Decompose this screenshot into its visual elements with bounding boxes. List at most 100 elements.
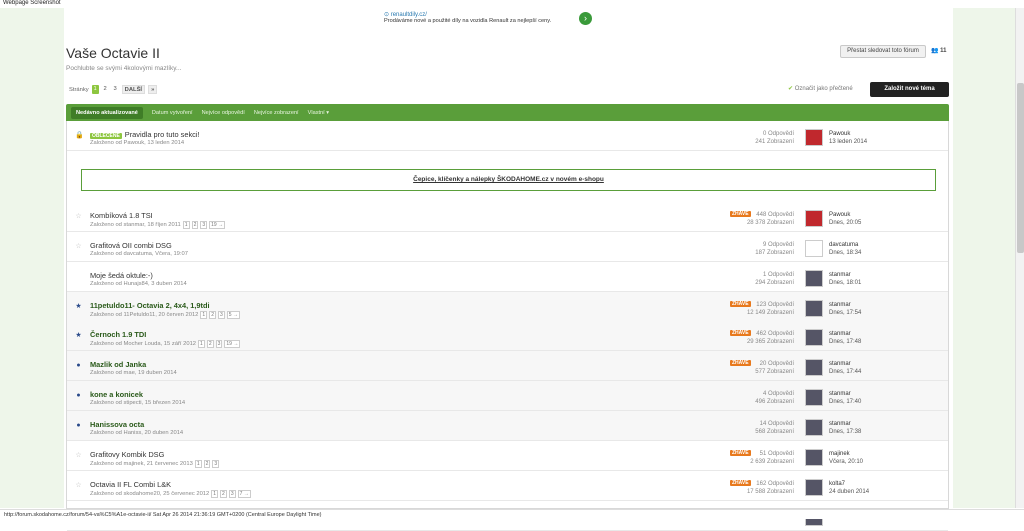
topic-page-link[interactable]: 1 [211,490,219,498]
tab-date-created[interactable]: Datum vytvoření [152,110,193,116]
topic-meta: Založeno od davcatuma, Včera, 19:07 [90,251,188,257]
last-post: stanmar Dnes, 18:01 [829,271,862,286]
last-poster[interactable]: stanmar [829,301,861,309]
ad-go-arrow-icon[interactable]: › [579,12,592,25]
next-page-button[interactable]: DALŠÍ [121,85,146,94]
page-2[interactable]: 2 [102,85,109,94]
tab-recently-updated[interactable]: Nedávno aktualizované [71,106,143,119]
last-post: stanmar Dnes, 17:48 [829,330,862,345]
page-title: Vaše Octavie II [66,45,160,61]
last-poster[interactable]: stanmar [829,330,861,338]
last-poster[interactable]: stanmar [829,271,861,279]
topic-row: Moje šedá oktule:-) Založeno od Hunajs84,… [67,262,948,292]
last-post: Pawouk Dnes, 20:05 [829,211,862,226]
topic-title[interactable]: Moje šedá oktule:-) [90,271,153,280]
unfollow-forum-button[interactable]: Přestat sledovat toto fórum [840,45,926,58]
topic-page-link[interactable]: 3 [215,340,223,348]
status-bar: http://forum.skodahome.cz/forum/54-va%C5… [0,509,1024,519]
new-topic-button[interactable]: Založit nové téma [870,82,949,97]
last-poster[interactable]: stanmar [829,390,861,398]
last-post: kolta7 24 duben 2014 [829,480,870,495]
page-3[interactable]: 3 [112,85,119,94]
star-icon: ☆ [75,482,82,489]
mark-read-link[interactable]: ✔ Označit jako přečtené [788,85,853,92]
ad-url[interactable]: ⊙ renaultdily.cz/ [384,11,594,18]
topic-meta: Založeno od stanmar, 18 říjen 2011 1 2 3 19 … [90,221,226,229]
pagination: Stránky 1 2 3 DALŠÍ » [69,85,158,94]
topic-page-link[interactable]: 3 [212,460,220,468]
star-icon: ★ [75,332,82,339]
avatar[interactable] [805,359,823,376]
topic-row: ☆ Octavia II FL Combi L&K Založeno od skod… [67,471,948,501]
last-poster[interactable]: stanmar [829,420,861,428]
topic-title[interactable]: kone a konicek [90,390,143,399]
avatar[interactable] [805,129,823,146]
last-page-button[interactable]: » [148,85,158,94]
avatar[interactable] [805,389,823,406]
topic-page-link[interactable]: 19 → [224,340,241,348]
topic-page-link[interactable]: 3 [200,221,208,229]
tab-custom[interactable]: Vlastní ▾ [308,110,329,116]
left-gutter [0,8,64,508]
lock-icon: 🔒 [75,132,84,139]
avatar[interactable] [805,210,823,227]
topic-title[interactable]: Černoch 1.9 TDI [90,330,146,339]
topic-title[interactable]: Hanissova octa [90,420,144,429]
topic-page-link[interactable]: 5 → [226,311,240,319]
avatar[interactable] [805,419,823,436]
topic-title[interactable]: Mazlik od Janka [90,360,146,369]
topic-stats: 4 Odpovědí 496 Zobrazení [755,391,794,405]
tab-most-views[interactable]: Nejvíce zobrazení [254,110,299,116]
eshop-banner[interactable]: Čepice, klíčenky a nálepky ŠKODAHOME.cz … [81,169,936,191]
avatar[interactable] [805,449,823,466]
topic-page-link[interactable]: 2 [209,311,216,319]
topic-title[interactable]: Kombíková 1.8 TSI [90,211,153,220]
topic-page-link[interactable]: 19 → [209,221,226,229]
topic-stats: 1 Odpovědí 294 Zobrazení [755,272,794,286]
topic-page-link[interactable]: 3 [217,311,225,319]
scroll-thumb[interactable] [1017,83,1024,253]
ad-block[interactable]: ⊙ renaultdily.cz/ Prodáváme nové a použi… [384,11,594,37]
topic-page-link[interactable]: 2 [220,490,227,498]
topic-meta: Založeno od Hunajs84, 3 duben 2014 [90,281,187,287]
topic-stats: 0 Odpovědí 241 Zobrazení [755,131,794,145]
topic-title[interactable]: 11petuldo11- Octavia 2, 4x4, 1,9tdi [90,301,210,310]
avatar[interactable] [805,240,823,257]
topic-row: ● Hanissova octa Založeno od Haniss, 20 du… [67,411,948,441]
topic-page-link[interactable]: 2 [191,221,199,229]
avatar[interactable] [805,300,823,317]
topic-title[interactable]: OBLEČENÉ Pravidla pro tuto sekci! [90,130,200,139]
last-poster[interactable]: stanmar [829,360,861,368]
follower-count: 👥 11 [931,48,947,54]
avatar[interactable] [805,270,823,287]
topic-meta: Založeno od mae, 19 duben 2014 [90,370,177,376]
topic-title[interactable]: Grafitová OII combi DSG [90,241,172,250]
topic-stats: 162 Odpovědí 17 588 Zobrazení [746,481,794,495]
last-poster[interactable]: majinek [829,450,863,458]
topic-title[interactable]: Octavia II FL Combi L&K [90,480,171,489]
last-poster[interactable]: davcatuma [829,241,861,249]
scrollbar[interactable] [1015,8,1024,508]
unread-dot-icon: ● [76,362,81,369]
topic-title[interactable]: Grafitovy Kombik DSG [90,450,164,459]
last-poster[interactable]: kolta7 [829,480,869,488]
avatar[interactable] [805,479,823,496]
avatar[interactable] [805,329,823,346]
page-1[interactable]: 1 [91,85,99,94]
topic-page-link[interactable]: 7 → [237,490,251,498]
topic-page-link[interactable]: 2 [206,340,214,348]
followers-icon: 👥 [931,48,941,54]
tab-most-replies[interactable]: Nejvíce odpovědí [202,110,245,116]
page-subtitle: Pochlubte se svými 4kolovými mazlíky... [66,65,182,72]
topic-page-link[interactable]: 1 [182,221,190,229]
topic-page-link[interactable]: 1 [198,340,205,348]
topic-page-link[interactable]: 2 [203,460,211,468]
last-poster[interactable]: Pawouk [829,211,861,219]
topic-page-link[interactable]: 3 [228,490,236,498]
last-poster[interactable]: Pawouk [829,130,867,138]
unread-dot-icon: ● [76,422,81,429]
pinned-topic-row: 🔒 OBLEČENÉ Pravidla pro tuto sekci! Založ… [67,121,948,151]
topic-stats: 9 Odpovědí 187 Zobrazení [755,242,794,256]
topic-page-link[interactable]: 1 [200,311,208,319]
topic-page-link[interactable]: 1 [194,460,202,468]
